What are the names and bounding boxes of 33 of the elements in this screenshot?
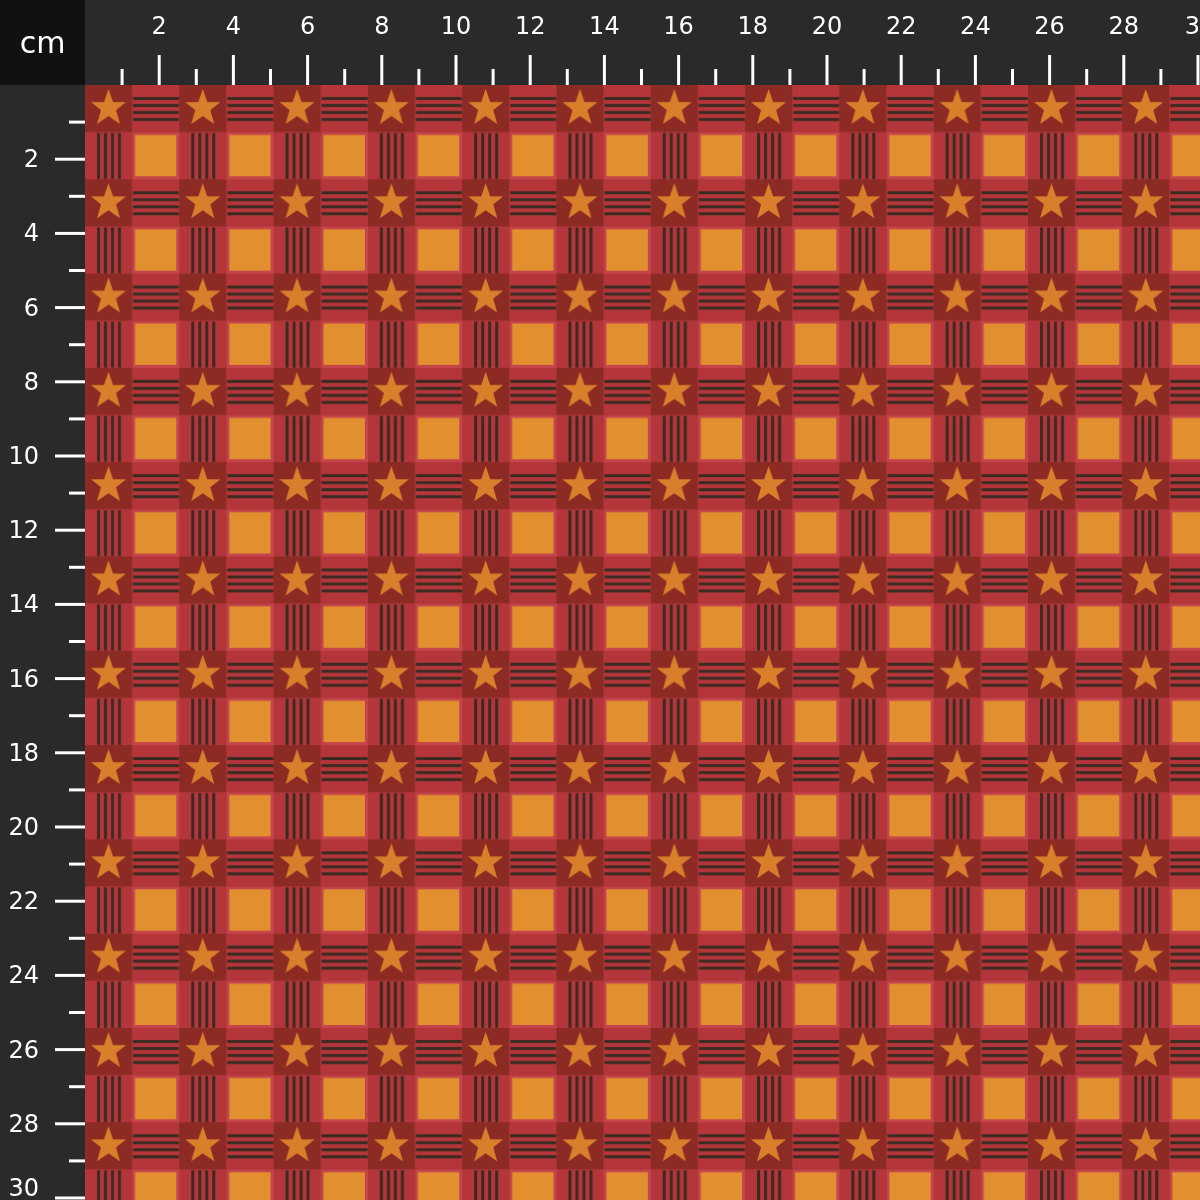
ruler-label: 22 [8, 889, 39, 914]
ruler-label: 18 [737, 14, 769, 38]
ruler-label: 16 [8, 666, 39, 691]
ruler-label: 14 [8, 592, 39, 617]
ruler-label: 10 [8, 444, 39, 468]
ruler-label: 30 [8, 1176, 39, 1200]
ruler-label: 6 [299, 14, 316, 38]
ruler-label: 24 [960, 14, 991, 38]
ruler-label: 14 [589, 14, 620, 38]
ruler-label: 20 [811, 14, 843, 38]
ruler-label: 24 [8, 963, 39, 988]
ruler-label: 28 [8, 1111, 39, 1136]
ruler-label: 4 [23, 221, 39, 246]
ruler-label: 10 [440, 14, 472, 38]
ruler-label: 12 [8, 518, 39, 543]
ruler-label: 4 [225, 14, 242, 38]
ruler-ticks-icon [55, 120, 85, 1200]
ruler-label: 22 [885, 14, 917, 38]
ruler-label: 2 [23, 147, 39, 172]
ruler-ticks-icon [120, 55, 1200, 85]
ruler-label: 8 [374, 14, 390, 38]
ruler-label: 26 [1034, 14, 1065, 38]
ruler-label: 12 [514, 14, 546, 38]
ruler-label: 18 [8, 740, 39, 765]
ruler-label: 26 [8, 1037, 39, 1062]
unit-label: cm [19, 27, 66, 58]
ruler-label: 6 [23, 295, 39, 320]
ruler-label: 28 [1108, 14, 1140, 38]
ruler-label: 8 [23, 369, 39, 394]
ruler-label: 16 [663, 14, 694, 38]
ruler-label: 20 [8, 815, 39, 839]
ruler-label: 3 [1184, 14, 1200, 38]
ruler-label: 2 [151, 14, 167, 38]
